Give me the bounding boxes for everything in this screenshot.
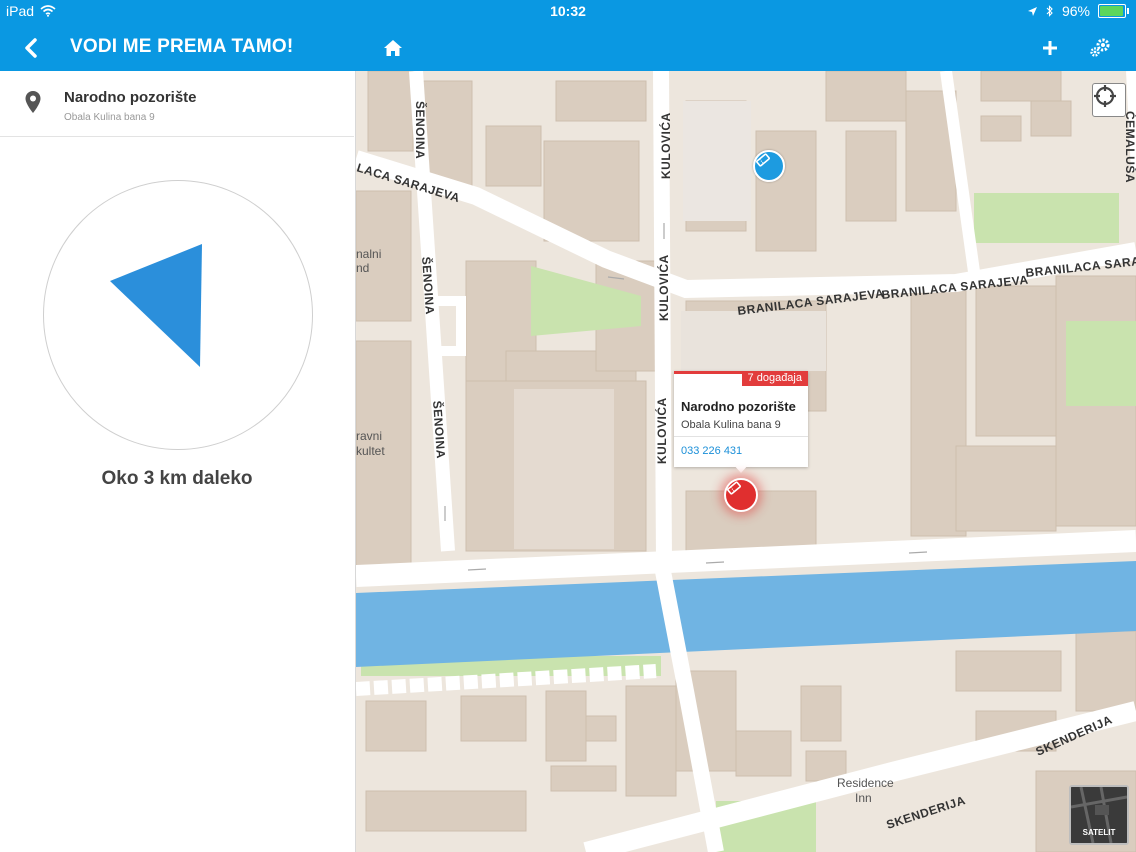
battery-percent: 96%: [1061, 3, 1090, 19]
bluetooth-icon: [1046, 5, 1053, 17]
home-icon: [384, 40, 402, 56]
street-label-senoina: ŠENOINA: [430, 400, 449, 459]
back-button[interactable]: [18, 33, 44, 63]
destination-name: Narodno pozorište: [64, 89, 197, 106]
selected-theater-marker[interactable]: [724, 478, 758, 512]
popup-phone-link[interactable]: 033 226 431: [681, 445, 742, 457]
status-time: 10:32: [550, 3, 586, 19]
device-name: iPad: [6, 3, 35, 19]
wifi-icon: [40, 5, 56, 17]
battery-icon: [1098, 4, 1129, 18]
direction-arrow-icon: [110, 244, 202, 367]
popup-divider: [674, 436, 808, 437]
poi-label: nd: [356, 261, 369, 275]
status-right: 96%: [1027, 3, 1129, 19]
compass: [43, 180, 313, 450]
popup-place-address: Obala Kulina bana 9: [681, 419, 781, 431]
place-popup[interactable]: 7 događaja Narodno pozorište Obala Kulin…: [674, 371, 808, 467]
courtyard: [683, 101, 751, 221]
battery-tip: [1127, 8, 1129, 14]
street-label-kulovica: KULOVIĆA: [658, 112, 673, 179]
popup-pointer: [733, 464, 749, 473]
courtyard: [514, 389, 614, 549]
ticket-icon: [756, 153, 770, 167]
satellite-toggle-button[interactable]: SATELIT: [1069, 785, 1129, 845]
location-arrow-icon: [1027, 6, 1037, 16]
status-left: iPad: [6, 3, 56, 19]
poi-label: Residence: [837, 776, 894, 790]
street-label-skenderija: SKENDERIJA: [885, 793, 968, 832]
gears-icon: [1090, 38, 1110, 57]
destination-address: Obala Kulina bana 9: [64, 112, 155, 123]
settings-button[interactable]: [1088, 33, 1112, 63]
home-button[interactable]: [382, 33, 404, 63]
crosshair-icon: [1094, 85, 1116, 107]
poi-label: nalni: [356, 247, 381, 261]
poi-label: kultet: [356, 444, 385, 458]
locate-me-button[interactable]: [1092, 83, 1126, 117]
plus-icon: [1043, 41, 1057, 55]
events-badge[interactable]: 7 događaja: [741, 371, 808, 386]
theater-marker[interactable]: [753, 150, 785, 182]
street-label-senoina: ŠENOINA: [413, 101, 428, 159]
popup-place-name: Narodno pozorište: [681, 399, 796, 414]
navigation-panel: Narodno pozorište Obala Kulina bana 9 Ok…: [0, 71, 356, 852]
street-label-cemalusa: ĆEMALUŠA: [1123, 111, 1136, 183]
page-title: VODI ME PREMA TAMO!: [70, 36, 294, 57]
add-button[interactable]: [1040, 33, 1060, 63]
destination-row[interactable]: Narodno pozorište Obala Kulina bana 9: [0, 71, 354, 137]
street-label-kulovica: KULOVIĆA: [654, 397, 669, 464]
map-view[interactable]: ŠENOINA ŠENOINA ŠENOINA KULOVIĆA KULOVIĆ…: [356, 71, 1136, 852]
satellite-label: SATELIT: [1082, 828, 1116, 837]
poi-label: ravni: [356, 429, 382, 443]
map-pin-icon: [25, 91, 41, 113]
street-label-kulovica: KULOVIĆA: [656, 254, 671, 321]
chevron-left-icon: [25, 38, 37, 58]
top-bar: iPad 10:32 96% VODI ME PREMA TAMO!: [0, 0, 1136, 71]
ticket-icon: [727, 481, 741, 495]
battery-fill: [1100, 6, 1123, 16]
courtyard: [681, 311, 826, 371]
poi-label: Inn: [855, 791, 872, 805]
distance-text: Oko 3 km daleko: [101, 468, 253, 489]
